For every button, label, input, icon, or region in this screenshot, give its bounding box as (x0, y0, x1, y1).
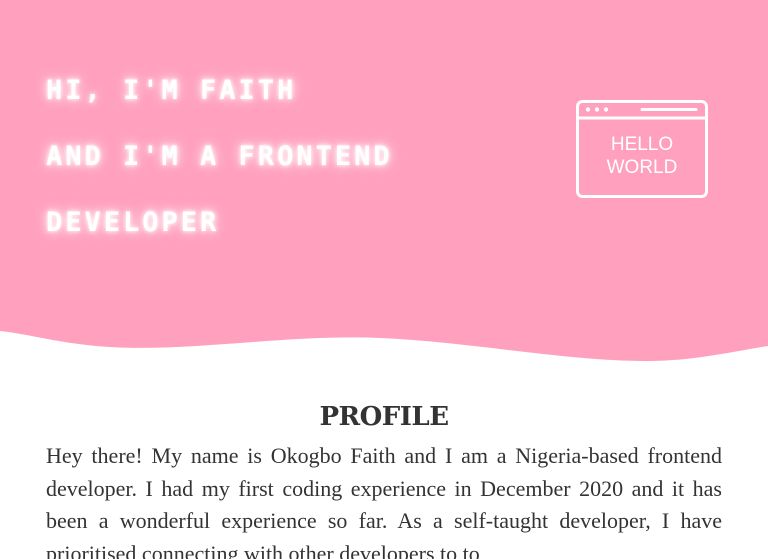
profile-body: Hey there! My name is Okogbo Faith and I… (46, 443, 722, 559)
hello-world-text: HELLO WORLD (576, 133, 708, 179)
hello-text: HELLO (610, 134, 674, 155)
profile-section: PROFILE Hey there! My name is Okogbo Fai… (46, 398, 722, 559)
world-text: WORLD (606, 157, 678, 178)
hero-banner: HI, I'M FAITH AND I'M A FRONTEND DEVELOP… (0, 0, 768, 370)
hero-line-2: AND I'M A FRONTEND (46, 141, 393, 172)
profile-title: PROFILE (319, 402, 449, 432)
browser-window-icon: HELLO WORLD (576, 100, 708, 198)
hero-line-1: HI, I'M FAITH (46, 75, 297, 106)
hero-line-3: DEVELOPER (46, 207, 220, 238)
page: HI, I'M FAITH AND I'M A FRONTEND DEVELOP… (0, 0, 768, 559)
hero-heading: HI, I'M FAITH AND I'M A FRONTEND DEVELOP… (46, 58, 393, 256)
